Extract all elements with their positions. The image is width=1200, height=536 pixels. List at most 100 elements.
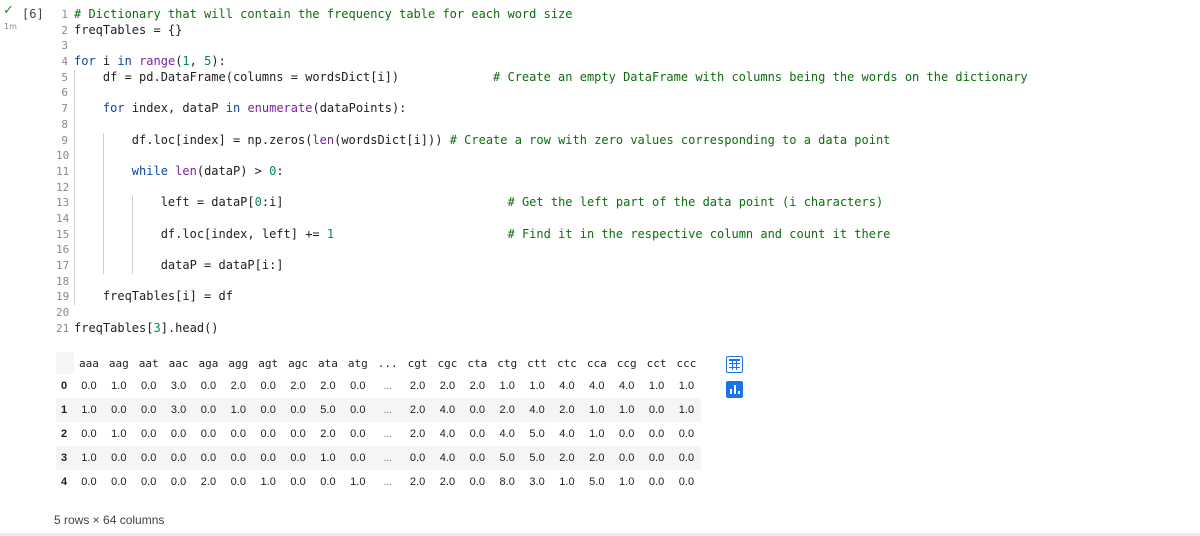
code-text[interactable]: freqTables[3].head(): [74, 321, 219, 337]
table-cell: 0.0: [342, 446, 373, 470]
line-number: 7: [61, 102, 68, 116]
column-header: ata: [318, 356, 338, 370]
table-header-row: aaa aag aat aac aga agg agt agc ata atg... cgt cgc c…: [56, 352, 701, 374]
bar-chart-icon[interactable]: [726, 381, 743, 398]
code-line[interactable]: 4 for i in range(1, 5):: [56, 54, 1200, 70]
table-cell: 1.0: [313, 446, 343, 470]
line-number: 16: [56, 243, 70, 257]
table-cell: 0.0: [260, 380, 276, 392]
table-row: 1 1.0 0.0 0.0 3.0 0.0 1.0 0.0 0.0 5.0 0.0... 2.0 4.0…: [56, 398, 702, 422]
table-cell: 1.0: [499, 380, 515, 392]
table-cell: 0.0: [111, 476, 127, 488]
table-cell: 0.0: [402, 446, 433, 470]
table-cell: 0.0: [290, 428, 306, 440]
table-cell: 0.0: [648, 428, 665, 440]
indent-guide: [74, 101, 75, 117]
table-row: 0 0.0 1.0 0.0 3.0 0.0 2.0 0.0 2.0 2.0 0.0... 2.0 2.0…: [56, 374, 701, 398]
code-line[interactable]: 11 while len(dataP) > 0:: [56, 163, 1200, 180]
line-number: 2: [61, 23, 68, 37]
code-line[interactable]: 3: [56, 38, 1200, 54]
indent-guide: [74, 242, 75, 258]
column-header: atg: [347, 356, 368, 370]
code-text[interactable]: df.loc[index] = np.zeros(len(wordsDict[i…: [74, 133, 891, 149]
code-line[interactable]: 8: [56, 116, 1200, 133]
column-header: ccc: [676, 356, 697, 370]
code-line[interactable]: 14: [56, 210, 1200, 227]
table-cell: 1.0: [619, 476, 635, 488]
code-text[interactable]: df = pd.DataFrame(columns = wordsDict[i]…: [74, 70, 1028, 86]
row-index: 0: [60, 380, 68, 392]
table-cell: 1.0: [111, 428, 127, 440]
code-line[interactable]: 9 df.loc[index] = np.zeros(len(wordsDict…: [56, 132, 1200, 149]
code-line[interactable]: 19 freqTables[i] = df: [56, 289, 1200, 306]
code-line[interactable]: 1 # Dictionary that will contain the freq…: [56, 7, 1200, 23]
indent-guide: [74, 195, 75, 211]
table-cell: 1.0: [648, 380, 665, 392]
code-text[interactable]: dataP = dataP[i:]: [74, 258, 284, 274]
indent-guide: [74, 226, 75, 243]
column-header: cgc: [437, 356, 458, 370]
cell-gutter: ✓ 1m [6]: [0, 0, 48, 536]
table-cell: 2.0: [552, 398, 582, 422]
code-line[interactable]: 2 freqTables = {}: [56, 23, 1200, 39]
code-line[interactable]: 20: [56, 305, 1200, 321]
table-cell: 0.0: [462, 398, 493, 422]
column-header: aaa: [79, 356, 99, 370]
column-header: ctt: [527, 356, 547, 370]
line-number: 8: [61, 117, 68, 131]
code-text[interactable]: freqTables[i] = df: [74, 289, 233, 305]
column-header: ...: [377, 356, 398, 370]
code-line[interactable]: 5 df = pd.DataFrame(columns = wordsDict[…: [56, 69, 1200, 86]
code-line[interactable]: 21 freqTables[3].head(): [56, 321, 1200, 337]
code-text[interactable]: for index, dataP in enumerate(dataPoints…: [74, 101, 406, 117]
table-cell: 0.0: [469, 476, 485, 488]
table-cell: 5.0: [529, 428, 545, 440]
code-line[interactable]: 6: [56, 85, 1200, 102]
table-cell: 2.0: [409, 476, 426, 488]
table-cell: 5.0: [522, 446, 552, 470]
line-number: 9: [61, 133, 68, 147]
table-cell: 0.0: [619, 428, 635, 440]
indent-guide: [74, 273, 75, 290]
check-icon[interactable]: ✓: [3, 4, 14, 17]
indent-guide: [74, 289, 75, 306]
code-text[interactable]: for i in range(1, 5):: [74, 54, 226, 70]
code-line[interactable]: 13 left = dataP[0:i] # Get the left part…: [56, 195, 1200, 211]
table-cell: 0.0: [170, 428, 187, 440]
code-text[interactable]: df.loc[index, left] += 1 # Find it in th…: [74, 227, 891, 243]
code-line[interactable]: 12: [56, 179, 1200, 196]
table-icon[interactable]: [726, 356, 743, 373]
code-text[interactable]: while len(dataP) > 0:: [74, 164, 284, 180]
code-text[interactable]: freqTables = {}: [74, 23, 182, 39]
execution-time: 1m: [4, 22, 17, 31]
table-cell: 5.0: [492, 446, 523, 470]
row-index: 4: [60, 476, 68, 488]
row-index: 2: [60, 428, 68, 440]
code-line[interactable]: 7 for index, dataP in enumerate(dataPoin…: [56, 101, 1200, 117]
indent-guide: [102, 132, 104, 149]
table-cell: 1.0: [611, 398, 642, 422]
table-cell: 1.0: [260, 476, 276, 488]
table-cell: 0.0: [200, 428, 217, 440]
line-number: 14: [56, 211, 70, 225]
table-cell: 4.0: [559, 380, 575, 392]
code-editor[interactable]: 1 # Dictionary that will contain the freq…: [56, 7, 1200, 336]
indent-guide: [74, 148, 75, 164]
code-line[interactable]: 16: [56, 242, 1200, 258]
table-cell: 1.0: [671, 398, 702, 422]
table-cell: 1.0: [74, 446, 104, 470]
indent-guide: [74, 258, 75, 274]
indent-guide: [131, 226, 133, 243]
code-line[interactable]: 17 dataP = dataP[i:]: [56, 258, 1200, 274]
table-cell: 4.0: [559, 428, 575, 440]
code-line[interactable]: 15 df.loc[index, left] += 1 # Find it in…: [56, 226, 1200, 243]
code-line[interactable]: 10: [56, 148, 1200, 164]
table-cell: ...: [372, 446, 403, 470]
code-text[interactable]: left = dataP[0:i] # Get the left part of…: [74, 195, 884, 211]
line-number: 1: [61, 8, 68, 21]
table-cell: 0.0: [253, 446, 284, 470]
indent-guide: [74, 116, 75, 133]
code-line[interactable]: 18: [56, 273, 1200, 290]
code-text[interactable]: # Dictionary that will contain the frequ…: [74, 7, 573, 23]
table-cell: 0.0: [678, 428, 695, 440]
